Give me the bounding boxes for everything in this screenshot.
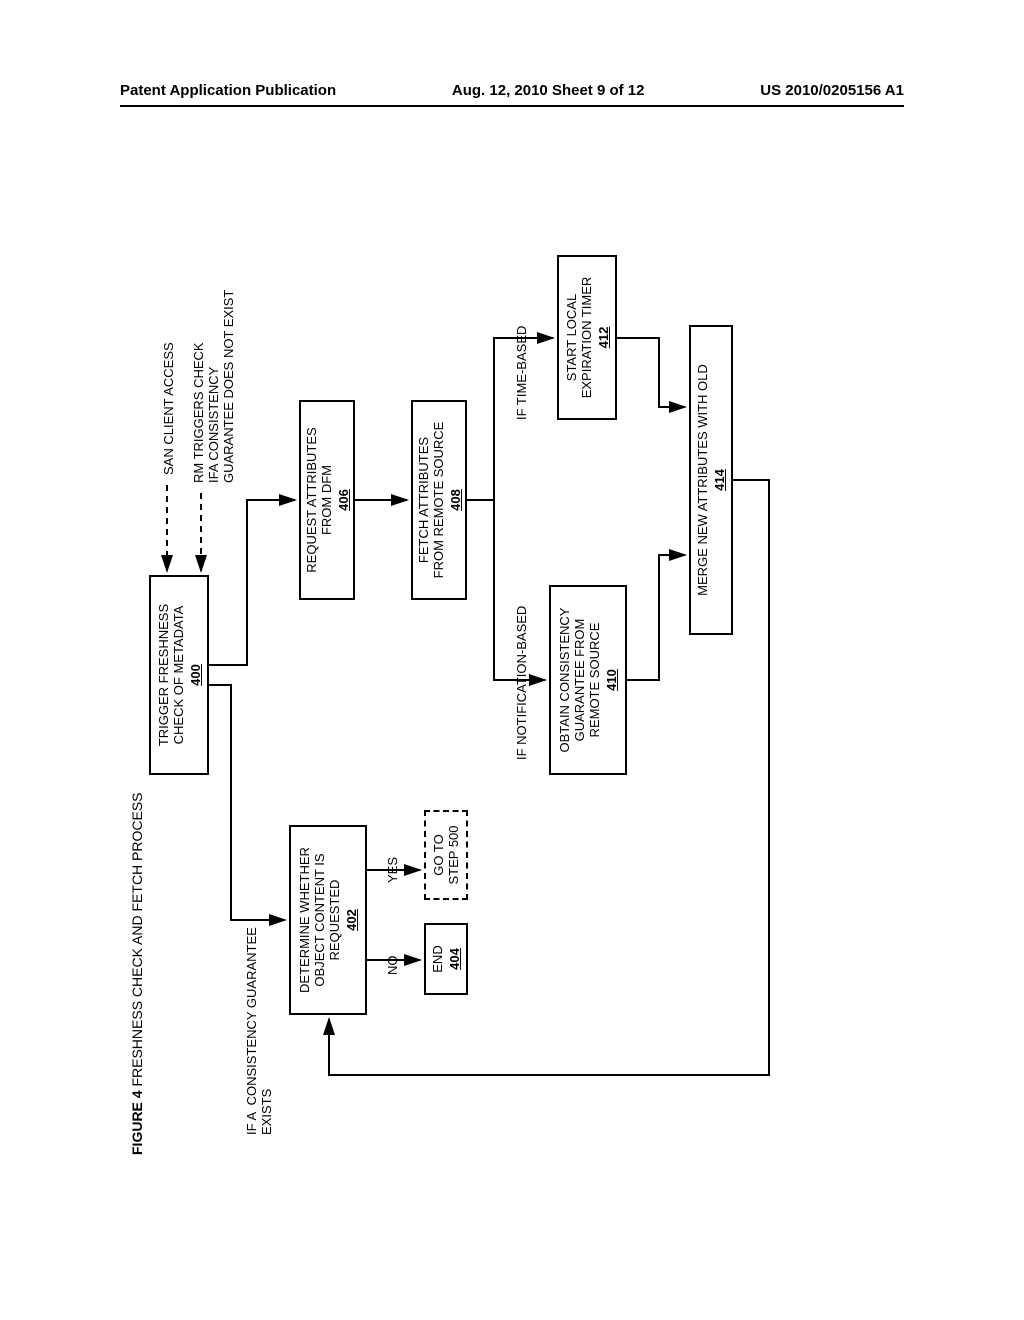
box-408: FETCH ATTRIBUTES FROM REMOTE SOURCE 408 [411, 400, 467, 600]
box-goto-500: GO TO STEP 500 [424, 810, 468, 900]
box-402: DETERMINE WHETHER OBJECT CONTENT IS REQU… [289, 825, 367, 1015]
box-402-text: DETERMINE WHETHER OBJECT CONTENT IS REQU… [297, 847, 342, 993]
box-404: END 404 [424, 923, 468, 995]
box-408-text: FETCH ATTRIBUTES FROM REMOTE SOURCE [416, 422, 446, 579]
label-no: NO [385, 956, 400, 976]
box-406-ref: 406 [336, 489, 351, 511]
box-414-ref: 414 [712, 469, 727, 491]
box-400-ref: 400 [188, 664, 203, 686]
header-left: Patent Application Publication [120, 82, 336, 99]
box-400: TRIGGER FRESHNESS CHECK OF METADATA 400 [149, 575, 209, 775]
box-404-ref: 404 [447, 948, 462, 970]
diagram: FIGURE 4 FRESHNESS CHECK AND FETCH PROCE… [129, 145, 899, 1155]
box-410-ref: 410 [604, 669, 619, 691]
box-410: OBTAIN CONSISTENCY GUARANTEE FROM REMOTE… [549, 585, 627, 775]
label-rm-triggers: RM TRIGGERS CHECK IFA CONSISTENCY GUARAN… [191, 290, 236, 483]
box-goto-500-text: GO TO STEP 500 [431, 825, 461, 884]
box-404-text: END [430, 945, 445, 972]
box-406-text: REQUEST ATTRIBUTES FROM DFM [304, 427, 334, 572]
box-412-text: START LOCAL EXPIRATION TIMER [564, 277, 594, 399]
label-if-time: IF TIME-BASED [514, 326, 529, 420]
label-if-notification: IF NOTIFICATION-BASED [514, 606, 529, 760]
box-400-text: TRIGGER FRESHNESS CHECK OF METADATA [156, 604, 186, 746]
box-410-text: OBTAIN CONSISTENCY GUARANTEE FROM REMOTE… [557, 608, 602, 753]
box-406: REQUEST ATTRIBUTES FROM DFM 406 [299, 400, 355, 600]
label-san-client: SAN CLIENT ACCESS [161, 342, 176, 475]
box-402-ref: 402 [344, 909, 359, 931]
label-yes: YES [385, 857, 400, 883]
figure-title: FIGURE 4 FRESHNESS CHECK AND FETCH PROCE… [129, 792, 145, 1155]
box-414-text: MERGE NEW ATTRIBUTES WITH OLD [695, 364, 710, 596]
box-414: MERGE NEW ATTRIBUTES WITH OLD 414 [689, 325, 733, 635]
header-right: US 2010/0205156 A1 [760, 82, 904, 99]
box-412: START LOCAL EXPIRATION TIMER 412 [557, 255, 617, 420]
header-center: Aug. 12, 2010 Sheet 9 of 12 [452, 82, 645, 99]
box-412-ref: 412 [596, 327, 611, 349]
figure-title-rest: FRESHNESS CHECK AND FETCH PROCESS [129, 792, 145, 1090]
box-408-ref: 408 [448, 489, 463, 511]
diagram-viewport: FIGURE 4 FRESHNESS CHECK AND FETCH PROCE… [129, 145, 899, 1155]
figure-title-bold: FIGURE 4 [129, 1090, 145, 1155]
label-if-guarantee-exists: IF A CONSISTENCY GUARANTEE EXISTS [244, 927, 274, 1135]
page-header: Patent Application Publication Aug. 12, … [120, 82, 904, 107]
